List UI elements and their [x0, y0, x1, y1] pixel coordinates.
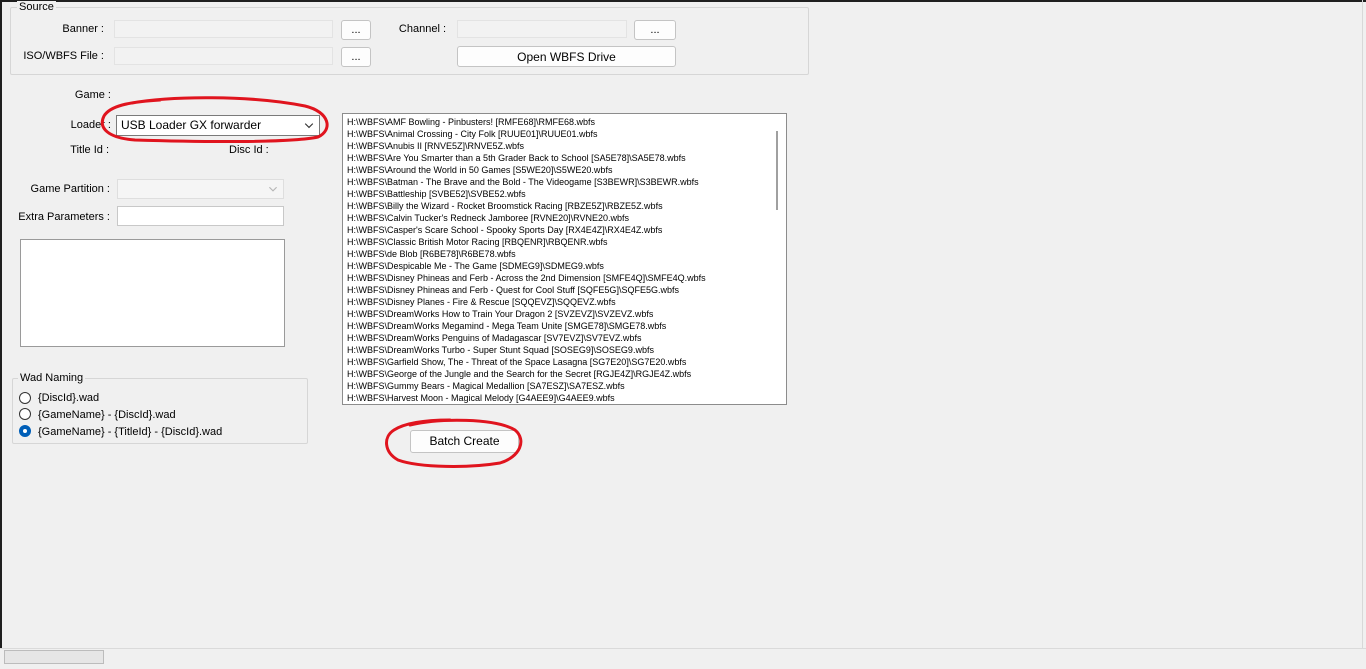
file-list-scrollbar-thumb[interactable]: [776, 131, 778, 210]
channel-browse-button[interactable]: ...: [634, 20, 676, 40]
window-right-divider: [1362, 0, 1363, 648]
game-partition-label: Game Partition :: [30, 183, 110, 195]
loader-label: Loader :: [70, 119, 111, 131]
loader-select[interactable]: USB Loader GX forwarder: [116, 115, 320, 136]
iso-browse-button[interactable]: ...: [341, 47, 371, 67]
disc-id-label: Disc Id :: [229, 144, 269, 156]
file-list-item[interactable]: H:\WBFS\Calvin Tucker's Redneck Jamboree…: [347, 212, 629, 224]
wad-naming-option-label: {DiscId}.wad: [38, 392, 100, 404]
extra-parameters-label: Extra Parameters :: [18, 211, 110, 223]
file-list-item[interactable]: H:\WBFS\Classic British Motor Racing [RB…: [347, 236, 608, 248]
wad-naming-option-label: {GameName} - {TitleId} - {DiscId}.wad: [38, 426, 223, 438]
file-list-item[interactable]: H:\WBFS\Despicable Me - The Game [SDMEG9…: [347, 260, 604, 272]
file-list-item[interactable]: H:\WBFS\DreamWorks Turbo - Super Stunt S…: [347, 344, 654, 356]
open-wbfs-drive-button[interactable]: Open WBFS Drive: [457, 46, 676, 67]
file-list-item[interactable]: H:\WBFS\Anubis II [RNVE5Z]\RNVE5Z.wbfs: [347, 140, 524, 152]
channel-input[interactable]: [457, 20, 627, 38]
extra-parameters-input[interactable]: [117, 206, 284, 226]
wbfs-file-list[interactable]: H:\WBFS\AMF Bowling - Pinbusters! [RMFE6…: [342, 113, 787, 405]
file-list-item[interactable]: H:\WBFS\Harvest Moon - Magical Melody [G…: [347, 392, 615, 404]
banner-input[interactable]: [114, 20, 333, 38]
file-list-item[interactable]: H:\WBFS\Around the World in 50 Games [S5…: [347, 164, 612, 176]
wad-naming-radio-discid[interactable]: [19, 392, 31, 404]
title-id-label: Title Id :: [70, 144, 109, 156]
file-list-item[interactable]: H:\WBFS\Disney Planes - Fire & Rescue [S…: [347, 296, 616, 308]
wad-naming-option-label: {GameName} - {DiscId}.wad: [38, 409, 176, 421]
file-list-item[interactable]: H:\WBFS\AMF Bowling - Pinbusters! [RMFE6…: [347, 116, 595, 128]
chevron-down-icon: [269, 186, 277, 192]
game-partition-select[interactable]: [117, 179, 284, 199]
file-list-item[interactable]: H:\WBFS\Animal Crossing - City Folk [RUU…: [347, 128, 598, 140]
file-list-item[interactable]: H:\WBFS\Disney Phineas and Ferb - Quest …: [347, 284, 679, 296]
file-list-item[interactable]: H:\WBFS\Billy the Wizard - Rocket Brooms…: [347, 200, 663, 212]
game-label: Game :: [74, 89, 111, 101]
wad-naming-radio-gamename-titleid-discid[interactable]: [19, 425, 31, 437]
file-list-item[interactable]: H:\WBFS\DreamWorks How to Train Your Dra…: [347, 308, 653, 320]
loader-select-value: USB Loader GX forwarder: [121, 118, 262, 132]
status-bar: [0, 648, 1366, 669]
file-list-item[interactable]: H:\WBFS\Garfield Show, The - Threat of t…: [347, 356, 686, 368]
wad-naming-legend: Wad Naming: [18, 372, 86, 385]
file-list-scrollbar[interactable]: [769, 115, 785, 403]
source-group-legend: Source: [17, 1, 56, 14]
batch-create-button[interactable]: Batch Create: [410, 430, 519, 453]
file-list-item[interactable]: H:\WBFS\Batman - The Brave and the Bold …: [347, 176, 699, 188]
window-left-edge: [0, 0, 2, 668]
file-list-item[interactable]: H:\WBFS\Battleship [SVBE52]\SVBE52.wbfs: [347, 188, 526, 200]
log-textarea[interactable]: [20, 239, 285, 347]
chevron-down-icon: [304, 123, 314, 129]
file-list-item[interactable]: H:\WBFS\DreamWorks Megamind - Mega Team …: [347, 320, 666, 332]
banner-label: Banner :: [62, 23, 104, 35]
window-top-edge: [0, 0, 1366, 2]
iso-wbfs-file-label: ISO/WBFS File :: [23, 50, 104, 62]
file-list-item[interactable]: H:\WBFS\Disney Phineas and Ferb - Across…: [347, 272, 706, 284]
progress-bar: [4, 650, 104, 664]
wad-naming-radio-gamename-discid[interactable]: [19, 408, 31, 420]
file-list-item[interactable]: H:\WBFS\DreamWorks Penguins of Madagasca…: [347, 332, 641, 344]
file-list-item[interactable]: H:\WBFS\Gummy Bears - Magical Medallion …: [347, 380, 625, 392]
iso-wbfs-file-input[interactable]: [114, 47, 333, 65]
banner-browse-button[interactable]: ...: [341, 20, 371, 40]
channel-label: Channel :: [398, 23, 446, 35]
file-list-item[interactable]: H:\WBFS\de Blob [R6BE78]\R6BE78.wbfs: [347, 248, 516, 260]
file-list-item[interactable]: H:\WBFS\George of the Jungle and the Sea…: [347, 368, 691, 380]
file-list-item[interactable]: H:\WBFS\Are You Smarter than a 5th Grade…: [347, 152, 686, 164]
file-list-item[interactable]: H:\WBFS\Casper's Scare School - Spooky S…: [347, 224, 662, 236]
